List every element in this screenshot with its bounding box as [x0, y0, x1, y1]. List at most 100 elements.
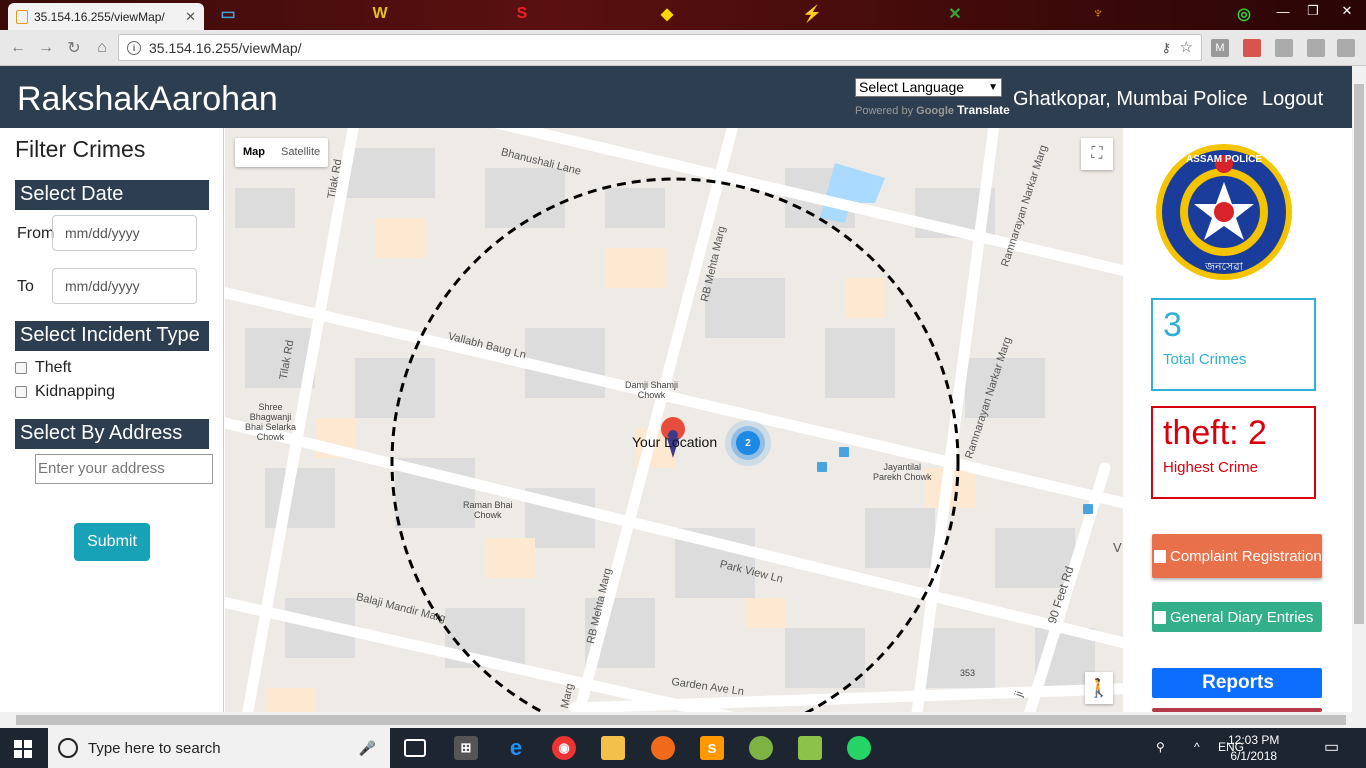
- list-icon: [1154, 610, 1166, 624]
- from-date-input[interactable]: mm/dd/yyyy: [52, 215, 197, 251]
- language-select[interactable]: Select Language ▼: [855, 78, 1002, 97]
- task-view-icon[interactable]: [404, 739, 426, 757]
- assam-police-emblem: ASSAM POLICE জনসেৱা: [1156, 144, 1292, 280]
- extension-pdf-icon[interactable]: [1275, 39, 1293, 57]
- show-hidden-icons[interactable]: ^: [1194, 740, 1200, 754]
- window-maximize-button[interactable]: ❐: [1298, 0, 1328, 22]
- language-select-value: Select Language: [859, 79, 965, 95]
- url-text: 35.154.16.255/viewMap/: [149, 39, 302, 56]
- android-studio-icon[interactable]: [749, 736, 773, 760]
- taskbar-clock[interactable]: 12:03 PM 6/1/2018: [1228, 732, 1279, 764]
- green-lantern-icon[interactable]: ◎: [1222, 2, 1266, 26]
- forward-icon[interactable]: →: [36, 38, 56, 58]
- translate-link[interactable]: Translate: [957, 103, 1010, 117]
- extension-gray-icon[interactable]: [1307, 39, 1325, 57]
- wonder-woman-icon[interactable]: W: [358, 2, 402, 26]
- map-type-control: Map Satellite: [235, 138, 329, 167]
- select-incident-heading: Select Incident Type: [15, 321, 209, 351]
- chrome-icon[interactable]: ◉: [552, 736, 576, 760]
- logout-link[interactable]: Logout: [1262, 88, 1323, 111]
- app-green-icon[interactable]: [798, 736, 822, 760]
- station-name[interactable]: Ghatkopar, Mumbai Police: [1013, 88, 1248, 111]
- app-header: RakshakAarohan Select Language ▼ Powered…: [0, 66, 1352, 128]
- taskbar-search-box[interactable]: Type here to search 🎤: [48, 728, 390, 768]
- windows-start-icon[interactable]: [14, 740, 32, 758]
- horizontal-scrollbar[interactable]: [0, 712, 1366, 728]
- sublime-text-icon[interactable]: S: [700, 736, 724, 760]
- clock-date: 6/1/2018: [1230, 749, 1278, 763]
- key-icon[interactable]: ⚷: [1161, 40, 1171, 56]
- extension-red-icon[interactable]: [1243, 39, 1261, 57]
- browser-toolbar: ← → ↻ ⌂ i 35.154.16.255/viewMap/ ⚷ ☆ M: [0, 30, 1366, 66]
- theft-label: Theft: [35, 359, 72, 376]
- crime-cluster-marker[interactable]: 2: [736, 431, 760, 455]
- total-crimes-card: 3 Total Crimes: [1151, 298, 1316, 391]
- site-info-icon[interactable]: i: [127, 40, 141, 55]
- home-icon[interactable]: ⌂: [92, 38, 112, 58]
- vertical-scrollbar[interactable]: [1352, 66, 1366, 712]
- highest-crime-card: theft: 2 Highest Crime: [1151, 406, 1316, 499]
- browser-menu-icon[interactable]: [1337, 39, 1355, 57]
- bookmark-star-icon[interactable]: ☆: [1180, 38, 1193, 56]
- firefox-icon[interactable]: [651, 736, 675, 760]
- stats-panel: ASSAM POLICE জনসেৱা 3 Total Crimes theft…: [1124, 128, 1352, 712]
- horizontal-scroll-thumb[interactable]: [16, 715, 1346, 725]
- window-close-button[interactable]: ✕: [1332, 0, 1362, 22]
- address-input[interactable]: Enter your address: [35, 454, 213, 484]
- map-type-satellite-button[interactable]: Satellite: [273, 138, 328, 167]
- batman-icon[interactable]: ◆: [645, 2, 689, 26]
- submit-button[interactable]: Submit: [74, 523, 150, 561]
- tab-close-icon[interactable]: ✕: [185, 9, 196, 25]
- document-icon: [1154, 549, 1166, 563]
- fullscreen-icon[interactable]: ⛶: [1081, 138, 1113, 170]
- svg-text:জনসেৱা: জনসেৱা: [1204, 260, 1244, 273]
- general-diary-button[interactable]: General Diary Entries: [1152, 602, 1322, 632]
- whatsapp-icon[interactable]: [847, 736, 871, 760]
- extension-m-icon[interactable]: M: [1211, 39, 1229, 57]
- brand-title[interactable]: RakshakAarohan: [17, 80, 278, 119]
- to-label: To: [17, 278, 34, 295]
- vertical-scroll-thumb[interactable]: [1354, 84, 1364, 624]
- url-bar[interactable]: i 35.154.16.255/viewMap/ ⚷ ☆: [118, 34, 1202, 61]
- aquaman-icon[interactable]: ♆: [1076, 2, 1120, 26]
- bookmark-app-icon[interactable]: ▭: [206, 2, 250, 26]
- people-icon[interactable]: ⚲: [1156, 740, 1165, 754]
- cortana-icon[interactable]: [58, 738, 78, 758]
- street-label: V: [1113, 540, 1122, 555]
- file-explorer-icon[interactable]: [601, 736, 625, 760]
- poi-label: Damji Shamji Chowk: [625, 380, 679, 400]
- reload-icon[interactable]: ↻: [64, 38, 84, 58]
- poi-label: Shree Bhagwanji Bhai Selarka Chowk: [245, 402, 297, 442]
- clock-time: 12:03 PM: [1228, 733, 1280, 747]
- google-translate-credit: Powered by Google Translate: [855, 103, 1010, 117]
- from-label: From: [17, 225, 55, 242]
- store-icon[interactable]: ⊞: [454, 736, 478, 760]
- map-type-map-button[interactable]: Map: [235, 138, 273, 167]
- street-view-pegman-icon[interactable]: 🚶: [1085, 672, 1113, 704]
- kidnapping-checkbox[interactable]: [15, 386, 27, 398]
- your-location-label: Your Location: [632, 434, 718, 450]
- theft-checkbox[interactable]: [15, 362, 27, 374]
- crime-map[interactable]: Bhanushali Lane Tilak Rd Tilak Rd RB Meh…: [225, 128, 1123, 712]
- green-x-icon[interactable]: ✕: [933, 2, 977, 26]
- page-favicon-icon: [16, 9, 28, 24]
- back-icon[interactable]: ←: [8, 38, 28, 58]
- superman-icon[interactable]: S: [500, 2, 544, 26]
- browser-tab-bar: 35.154.16.255/viewMap/ ✕ ▭ W S ◆ ⚡ ✕ ♆ ◎…: [0, 0, 1366, 30]
- dropdown-arrow-icon: ▼: [988, 82, 998, 93]
- reports-button[interactable]: Reports: [1152, 668, 1322, 698]
- tab-title: 35.154.16.255/viewMap/: [34, 9, 165, 24]
- complaint-registration-button[interactable]: Complaint Registration: [1152, 534, 1322, 578]
- window-minimize-button[interactable]: —: [1268, 0, 1298, 22]
- poi-label: Raman Bhai Chowk: [463, 500, 513, 520]
- filter-panel: Filter Crimes Select Date From mm/dd/yyy…: [0, 128, 224, 712]
- highest-crime-label: Highest Crime: [1163, 459, 1259, 476]
- browser-tab[interactable]: 35.154.16.255/viewMap/ ✕: [8, 3, 204, 30]
- to-date-input[interactable]: mm/dd/yyyy: [52, 268, 197, 304]
- flash-icon[interactable]: ⚡: [790, 2, 834, 26]
- microphone-icon[interactable]: 🎤: [359, 740, 376, 757]
- edge-icon[interactable]: e: [504, 735, 528, 760]
- notifications-icon[interactable]: ▭: [1324, 737, 1339, 757]
- filter-title: Filter Crimes: [15, 136, 146, 162]
- total-crimes-value: 3: [1163, 306, 1182, 344]
